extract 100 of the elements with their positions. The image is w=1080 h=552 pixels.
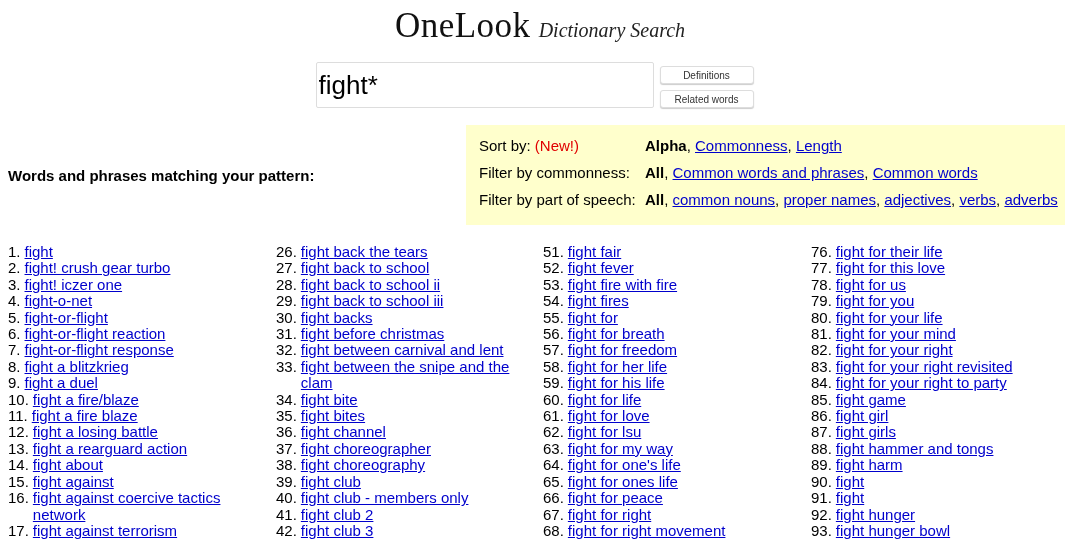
result-link[interactable]: fight for her life (567, 358, 668, 376)
result-number: 86. (811, 408, 832, 425)
result-link[interactable]: fight backs (300, 309, 373, 327)
result-link[interactable]: fight club - members only (300, 490, 469, 507)
result-link[interactable]: fight bites (300, 408, 366, 425)
result-link[interactable]: fight hunger (835, 506, 916, 523)
result-link[interactable]: fight for freedom (567, 342, 678, 359)
result-link[interactable]: fight fair (567, 244, 622, 261)
selected-option: All (645, 164, 665, 181)
result-number: 5. (8, 309, 21, 327)
result-link[interactable]: fight for right movement (567, 522, 726, 540)
result-link[interactable]: fight against terrorism (32, 522, 178, 540)
result-link[interactable]: fight before christmas (300, 326, 445, 343)
result-link[interactable]: fight for your mind (835, 326, 956, 343)
result-link[interactable]: fight hammer and tongs (835, 440, 994, 458)
result-link[interactable]: fight! crush gear turbo (24, 260, 171, 277)
new-label: (New!) (534, 137, 580, 154)
result-number: 42. (276, 522, 297, 540)
result-link[interactable]: fight for right (567, 506, 652, 523)
result-link[interactable]: fight for your life (835, 309, 943, 327)
result-link[interactable]: fight for you (835, 293, 915, 310)
result-link[interactable]: fight game (835, 391, 906, 409)
result-link[interactable]: fight! iczer one (24, 276, 123, 294)
result-link[interactable]: fight about (32, 457, 103, 474)
filter-link[interactable]: adverbs (1004, 191, 1058, 208)
result-link[interactable]: fight for your right (835, 342, 953, 359)
result-link[interactable]: fight back to school ii (300, 276, 441, 294)
result-link[interactable]: fight club (300, 473, 361, 491)
separator: , (951, 191, 956, 208)
result-link[interactable]: fight for this love (835, 260, 946, 277)
search-button[interactable]: Definitions (659, 66, 754, 84)
result-number: 32. (276, 342, 297, 359)
result-link[interactable]: fight for love (567, 408, 650, 425)
result-link[interactable]: fight-o-net (24, 293, 93, 310)
result-link[interactable]: fight for one's life (567, 457, 681, 474)
filter-link[interactable]: Common words (872, 164, 978, 181)
result-link[interactable]: fight bite (300, 391, 358, 409)
result-number: 68. (543, 522, 564, 540)
result-number: 92. (811, 506, 832, 523)
result-link[interactable]: fight a rearguard action (32, 440, 188, 458)
result-link[interactable]: fight for his life (567, 375, 665, 392)
result-number: 53. (543, 276, 564, 294)
result-link[interactable]: fight a fire blaze (31, 408, 138, 425)
result-link[interactable]: fight for peace (567, 490, 663, 507)
result-link[interactable]: fight club 3 (300, 522, 374, 540)
result-link[interactable]: fight for breath (567, 326, 665, 343)
result-link[interactable]: fight for life (567, 391, 642, 409)
separator: , (664, 164, 669, 181)
result-number: 90. (811, 473, 832, 491)
search-field[interactable]: fight* (315, 62, 654, 108)
filter-link[interactable]: Commonness (695, 137, 788, 154)
filter-link[interactable]: Length (795, 137, 842, 154)
result-link[interactable]: fight (835, 473, 865, 491)
result-link[interactable]: fight choreographer (300, 440, 431, 458)
result-link[interactable]: fight back the tears (300, 244, 428, 261)
result-link[interactable]: fight club 2 (300, 506, 374, 523)
result-link[interactable]: fight a duel (24, 375, 98, 392)
result-number: 13. (8, 440, 29, 458)
result-link[interactable]: fight-or-flight reaction (24, 326, 166, 343)
result-number: 26. (276, 244, 297, 261)
result-link[interactable]: fight girl (835, 408, 889, 425)
result-link[interactable]: fight choreography (300, 457, 426, 474)
result-link[interactable]: fight for lsu (567, 424, 642, 441)
result-number: 93. (811, 522, 832, 540)
result-link[interactable]: fight hunger bowl (835, 522, 951, 540)
result-link[interactable]: fight girls (835, 424, 896, 441)
result-number: 61. (543, 408, 564, 425)
result-link[interactable]: fight for ones life (567, 473, 678, 491)
result-link[interactable]: fight against (32, 473, 114, 491)
result-link[interactable]: fight a fire/blaze (32, 391, 139, 409)
result-link[interactable]: fight for their life (835, 244, 943, 261)
result-link[interactable]: fight for us (835, 276, 906, 294)
result-link[interactable]: fight a blitzkrieg (24, 358, 129, 376)
result-link[interactable]: fight for (567, 309, 618, 327)
result-link[interactable]: fight a losing battle (32, 424, 158, 441)
result-link[interactable]: fight (24, 244, 53, 261)
result-link[interactable]: fight for your right to party (835, 375, 1007, 392)
result-link[interactable]: fight harm (835, 457, 903, 474)
result-link[interactable]: fight back to school iii (300, 293, 444, 310)
result-number: 65. (543, 473, 564, 491)
result-number: 6. (8, 326, 21, 343)
result-link[interactable]: fight (835, 490, 865, 507)
result-number: 58. (543, 358, 564, 376)
result-link[interactable]: fight between carnival and lent (300, 342, 504, 359)
filter-link[interactable]: proper names (783, 191, 876, 208)
result-number: 91. (811, 490, 832, 507)
result-link[interactable]: fight for your right revisited (835, 358, 1013, 376)
result-link[interactable]: fight-or-flight (24, 309, 108, 327)
result-link[interactable]: fight fire with fire (567, 276, 678, 294)
result-link[interactable]: fight channel (300, 424, 386, 441)
result-number: 14. (8, 457, 29, 474)
result-link[interactable]: fight fever (567, 260, 634, 277)
result-number: 10. (8, 391, 29, 409)
result-number: 28. (276, 276, 297, 294)
result-link[interactable]: fight-or-flight response (24, 342, 174, 359)
result-link[interactable]: fight fires (567, 293, 629, 310)
search-button[interactable]: Related words (659, 90, 754, 108)
result-link[interactable]: fight back to school (300, 260, 430, 277)
result-link[interactable]: fight for my way (567, 440, 673, 458)
result-number: 60. (543, 391, 564, 409)
